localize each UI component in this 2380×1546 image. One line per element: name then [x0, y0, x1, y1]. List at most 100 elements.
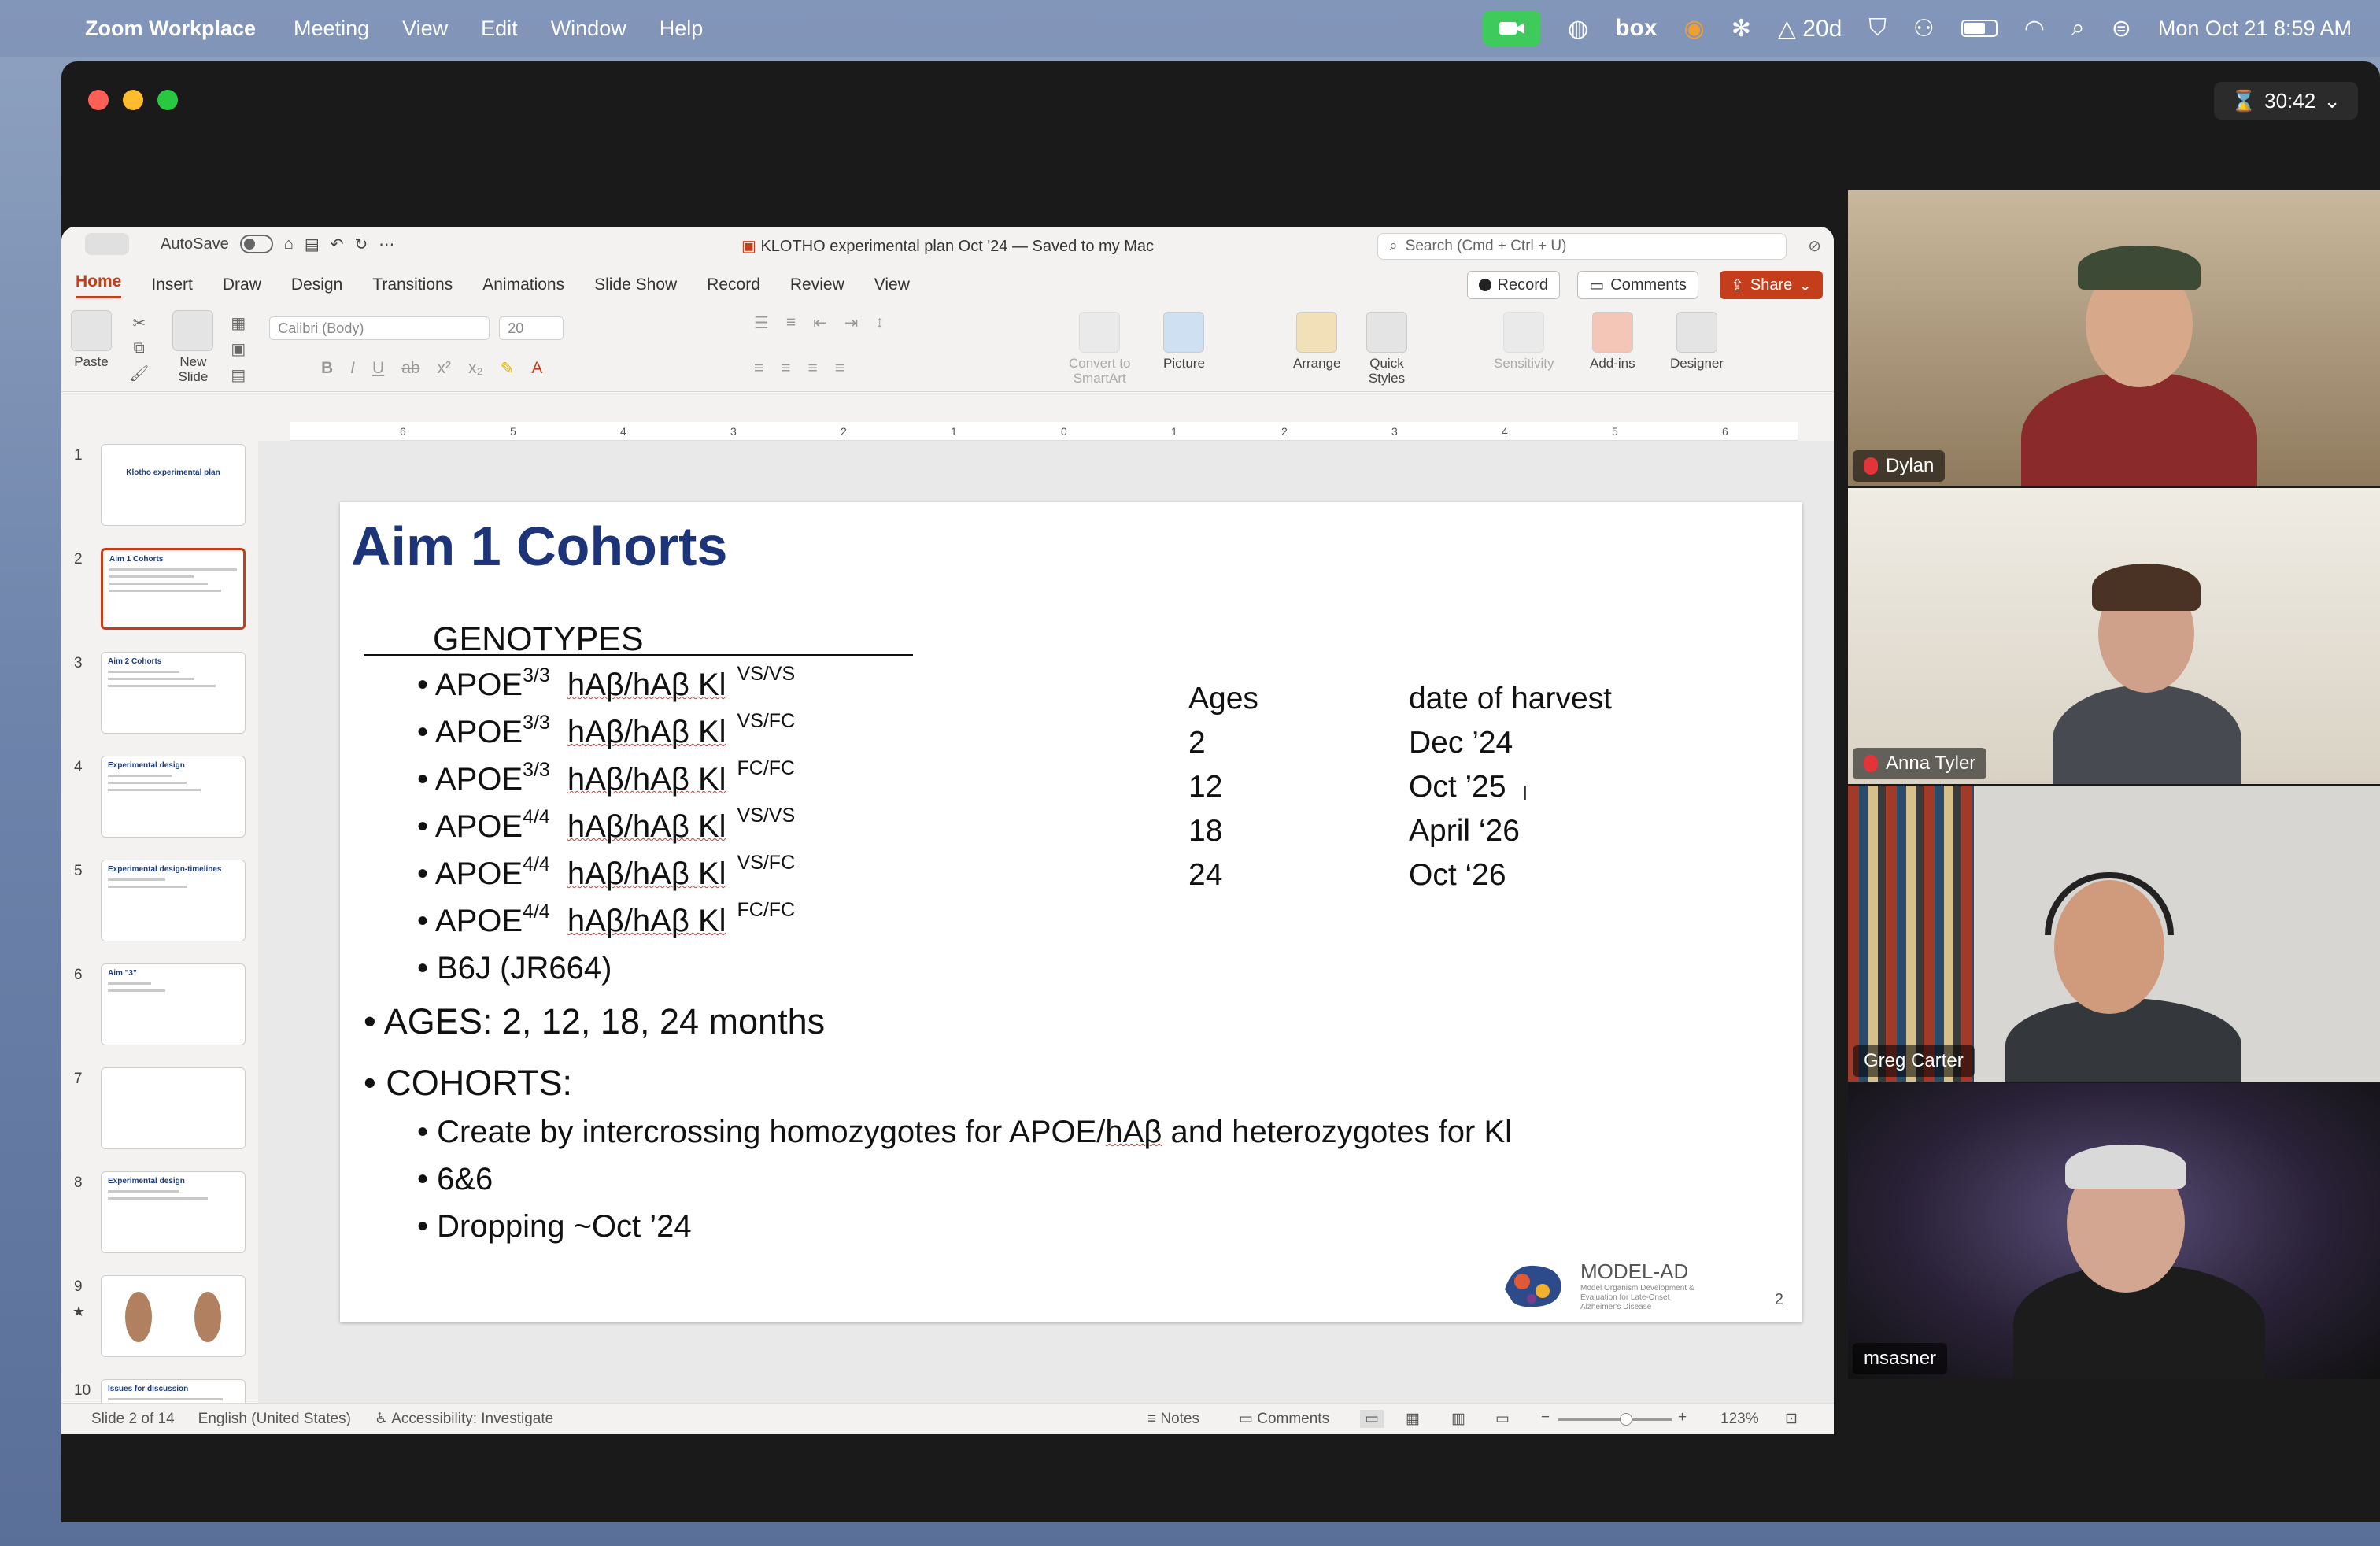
menu-app-name[interactable]: Zoom Workplace: [85, 17, 256, 41]
slide-sorter-icon[interactable]: ▦: [1406, 1410, 1420, 1428]
fit-slide-icon[interactable]: ⊡: [1785, 1410, 1798, 1428]
thumbnail-slide-6[interactable]: 6 Aim "3": [61, 963, 258, 1050]
thumbnail-slide-4[interactable]: 4 Experimental design: [61, 756, 258, 842]
menu-meeting[interactable]: Meeting: [294, 17, 369, 41]
thumbnail-image[interactable]: [101, 1275, 246, 1357]
zoom-video-tray-icon[interactable]: [1482, 10, 1541, 46]
thumbnail-image[interactable]: Experimental design-timelines: [101, 860, 246, 941]
numbering-icon[interactable]: ≡: [786, 313, 796, 333]
bold-icon[interactable]: B: [321, 359, 333, 379]
zoom-slider[interactable]: − +: [1541, 1409, 1691, 1427]
battery-icon[interactable]: [1961, 20, 1998, 37]
quick-styles-group[interactable]: Quick Styles: [1366, 312, 1407, 386]
thumbnail-image[interactable]: Aim 1 Cohorts: [101, 548, 246, 630]
slide-thumbnail-panel[interactable]: 1 Klotho experimental plan 2 Aim 1 Cohor…: [61, 441, 258, 1411]
tab-review[interactable]: Review: [790, 276, 844, 294]
thumbnail-image[interactable]: Experimental design: [101, 1171, 246, 1253]
font-size-select[interactable]: 20: [499, 316, 564, 340]
cut-icon[interactable]: ✂: [132, 313, 146, 333]
thumbnail-slide-2[interactable]: 2 Aim 1 Cohorts: [61, 548, 258, 634]
meeting-timer[interactable]: ⌛ 30:42 ⌄: [2213, 82, 2358, 120]
thumbnail-slide-8[interactable]: 8 Experimental design: [61, 1171, 258, 1258]
align-center-icon[interactable]: ≡: [781, 359, 790, 378]
addins-group[interactable]: Add-ins: [1590, 312, 1635, 372]
shield-icon[interactable]: ⛉: [1868, 15, 1887, 42]
thumbnail-slide-7[interactable]: 7: [61, 1067, 258, 1154]
tab-view[interactable]: View: [874, 276, 910, 294]
align-left-icon[interactable]: ≡: [754, 359, 763, 378]
tab-animations[interactable]: Animations: [482, 276, 564, 294]
convert-smartart-group[interactable]: Convert to SmartArt: [1069, 312, 1130, 386]
tab-draw[interactable]: Draw: [223, 276, 261, 294]
copy-icon[interactable]: ⧉: [134, 339, 145, 357]
menubar-clock[interactable]: Mon Oct 21 8:59 AM: [2158, 17, 2352, 41]
counter-tray[interactable]: △ 20d: [1778, 15, 1842, 43]
participant-tile[interactable]: Anna Tyler: [1848, 488, 2380, 784]
new-slide-group[interactable]: New Slide: [172, 310, 214, 384]
participant-tile[interactable]: Dylan: [1848, 190, 2380, 486]
slideshow-icon[interactable]: ▭: [1495, 1410, 1510, 1428]
tab-slide-show[interactable]: Slide Show: [594, 276, 677, 294]
share-button[interactable]: ⇪ Share ⌄: [1720, 271, 1823, 299]
tab-design[interactable]: Design: [291, 276, 342, 294]
tab-transitions[interactable]: Transitions: [372, 276, 453, 294]
font-color-icon[interactable]: A: [531, 359, 542, 379]
wifi-icon[interactable]: ◠: [2024, 15, 2045, 43]
box-tray-label[interactable]: box: [1615, 15, 1657, 42]
tab-record[interactable]: Record: [707, 276, 760, 294]
thumbnail-slide-5[interactable]: 5 Experimental design-timelines: [61, 860, 258, 946]
menu-edit[interactable]: Edit: [481, 17, 518, 41]
highlight-icon[interactable]: ✎: [501, 359, 515, 379]
notes-button[interactable]: ≡ Notes: [1148, 1411, 1199, 1428]
accessibility-status[interactable]: ♿︎ Accessibility: Investigate: [375, 1410, 553, 1428]
strikethrough-icon[interactable]: ab: [401, 359, 419, 379]
zoom-level[interactable]: 123%: [1720, 1411, 1759, 1428]
menu-help[interactable]: Help: [660, 17, 704, 41]
record-button[interactable]: Record: [1466, 271, 1560, 299]
close-window-button[interactable]: [88, 90, 109, 110]
menu-view[interactable]: View: [402, 17, 448, 41]
spotlight-search-icon[interactable]: ⌕: [2071, 15, 2085, 42]
underline-icon[interactable]: U: [372, 359, 384, 379]
line-spacing-icon[interactable]: ↕: [875, 313, 884, 333]
globe-icon[interactable]: ◍: [1568, 15, 1588, 43]
subscript-icon[interactable]: x₂: [468, 359, 483, 379]
minimize-window-button[interactable]: [123, 90, 143, 110]
italic-icon[interactable]: I: [350, 359, 355, 379]
apple-menu-icon[interactable]: [30, 15, 54, 42]
control-center-icon[interactable]: ⊜: [2112, 15, 2131, 43]
tab-insert[interactable]: Insert: [151, 276, 193, 294]
reset-icon[interactable]: ▣: [231, 339, 246, 359]
thumbnail-image[interactable]: [101, 1067, 246, 1149]
font-family-select[interactable]: Calibri (Body): [269, 316, 490, 340]
justify-icon[interactable]: ≡: [835, 359, 844, 378]
tab-home[interactable]: Home: [76, 272, 122, 298]
outdent-icon[interactable]: ⇥: [844, 313, 859, 333]
picture-group[interactable]: Picture: [1163, 312, 1205, 372]
gear-tray-icon[interactable]: ✻: [1731, 15, 1751, 43]
designer-group[interactable]: Designer: [1670, 312, 1724, 372]
thumbnail-slide-9[interactable]: 9 ★: [61, 1275, 258, 1362]
comments-button[interactable]: ▭ Comments: [1577, 271, 1698, 299]
share-link-icon[interactable]: ⊘: [1808, 236, 1821, 256]
thumbnail-image[interactable]: Klotho experimental plan: [101, 444, 246, 526]
binoculars-icon[interactable]: ⚇: [1913, 15, 1935, 43]
thumbnail-slide-1[interactable]: 1 Klotho experimental plan: [61, 444, 258, 531]
participant-tile[interactable]: Greg Carter: [1848, 786, 2380, 1082]
orange-circle-icon[interactable]: ◉: [1684, 15, 1705, 43]
layout-icon[interactable]: ▦: [231, 313, 246, 333]
thumbnail-image[interactable]: Aim 2 Cohorts: [101, 652, 246, 734]
superscript-icon[interactable]: x²: [438, 359, 452, 379]
thumbnail-slide-3[interactable]: 3 Aim 2 Cohorts: [61, 652, 258, 738]
arrange-group[interactable]: Arrange: [1293, 312, 1340, 372]
bullets-icon[interactable]: ☰: [754, 313, 769, 333]
language-status[interactable]: English (United States): [198, 1411, 351, 1428]
format-painter-icon[interactable]: 🖌: [129, 364, 149, 383]
zoom-window-button[interactable]: [157, 90, 178, 110]
menu-window[interactable]: Window: [551, 17, 626, 41]
status-comments-button[interactable]: ▭ Comments: [1239, 1410, 1329, 1428]
section-icon[interactable]: ▤: [231, 365, 246, 385]
align-right-icon[interactable]: ≡: [808, 359, 818, 378]
thumbnail-image[interactable]: Experimental design: [101, 756, 246, 838]
reading-view-icon[interactable]: ▥: [1451, 1410, 1465, 1428]
